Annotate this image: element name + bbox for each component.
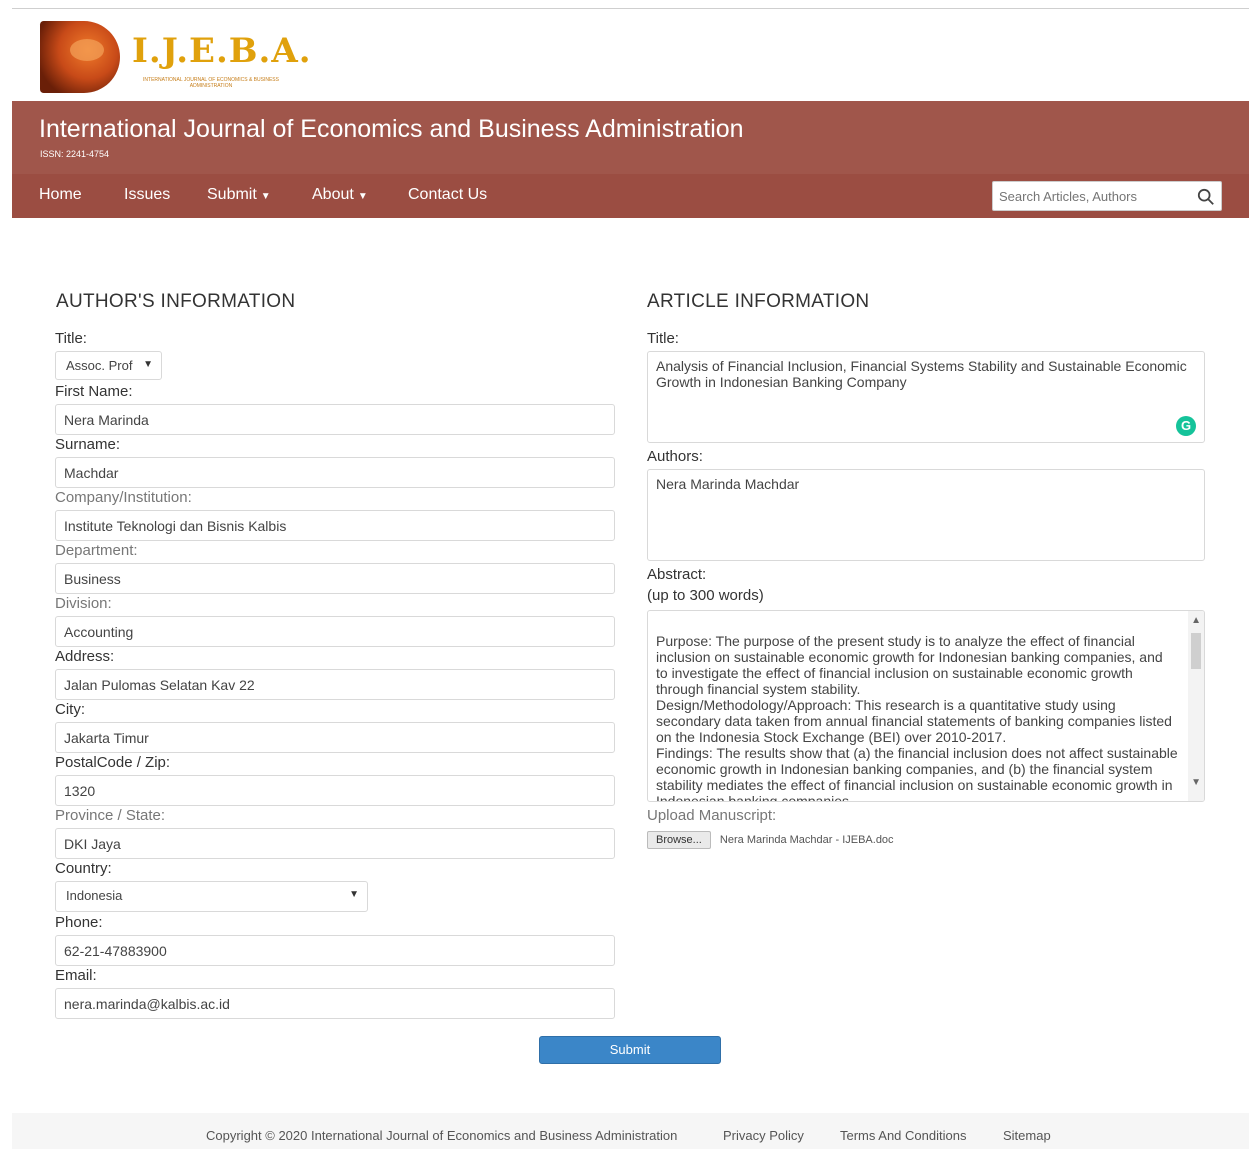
division-label: Division: (55, 595, 112, 612)
first-name-label: First Name: (55, 383, 133, 400)
province-label: Province / State: (55, 807, 166, 824)
journal-title: International Journal of Economics and B… (39, 115, 744, 143)
email-field[interactable] (55, 988, 615, 1019)
article-title-text: Analysis of Financial Inclusion, Financi… (656, 358, 1187, 390)
surname-label: Surname: (55, 436, 121, 453)
submit-button[interactable]: Submit (539, 1036, 721, 1064)
file-name: Nera Marinda Machdar - IJEBA.doc (719, 834, 894, 846)
globe-logo-icon (40, 21, 120, 93)
department-field[interactable] (55, 563, 615, 594)
nav-submit[interactable]: Submit ▼ (207, 186, 271, 204)
upload-label: Upload Manuscript: (647, 807, 777, 824)
scroll-down-icon[interactable]: ▼ (1191, 775, 1201, 791)
email-label: Email: (55, 967, 97, 984)
article-title-textarea[interactable]: Analysis of Financial Inclusion, Financi… (647, 351, 1205, 443)
abstract-hint: (up to 300 words) (647, 587, 764, 604)
abstract-text: Purpose: The purpose of the present stud… (656, 633, 1178, 802)
phone-label: Phone: (55, 914, 103, 931)
nav-home[interactable]: Home (39, 186, 82, 204)
address-label: Address: (55, 648, 115, 665)
surname-field[interactable] (55, 457, 615, 488)
site-logo[interactable]: I.J.E.B.A. INTERNATIONAL JOURNAL OF ECON… (40, 21, 311, 93)
city-field[interactable] (55, 722, 615, 753)
nav-issues[interactable]: Issues (124, 186, 170, 204)
nav-contact[interactable]: Contact Us (408, 186, 487, 204)
abstract-textarea[interactable]: Purpose: The purpose of the present stud… (647, 610, 1205, 802)
article-title-label: Title: (647, 330, 679, 347)
footer-sitemap-link[interactable]: Sitemap (1003, 1128, 1051, 1143)
phone-field[interactable] (55, 935, 615, 966)
search-icon[interactable] (1197, 188, 1215, 206)
scroll-thumb[interactable] (1191, 633, 1201, 669)
search-box (992, 181, 1222, 211)
country-label: Country: (55, 860, 112, 877)
postal-label: PostalCode / Zip: (55, 754, 171, 771)
issn-text: ISSN: 2241-4754 (40, 149, 110, 159)
first-name-field[interactable] (55, 404, 615, 435)
caret-down-icon: ▼ (349, 889, 359, 900)
company-label: Company/Institution: (55, 489, 192, 506)
company-field[interactable] (55, 510, 615, 541)
division-field[interactable] (55, 616, 615, 647)
scroll-up-icon[interactable]: ▲ (1191, 613, 1201, 629)
footer-privacy-link[interactable]: Privacy Policy (723, 1128, 804, 1143)
search-input[interactable] (993, 182, 1187, 210)
footer-terms-link[interactable]: Terms And Conditions (840, 1128, 966, 1143)
department-label: Department: (55, 542, 138, 559)
country-select-value: Indonesia (66, 888, 123, 903)
logo-name: I.J.E.B.A. (132, 31, 312, 71)
abstract-scrollbar[interactable]: ▲ ▼ (1188, 611, 1204, 801)
address-field[interactable] (55, 669, 615, 700)
browse-button[interactable]: Browse... (647, 831, 711, 849)
authors-label: Authors: (647, 448, 703, 465)
nav-submit-label: Submit (207, 186, 257, 203)
title-select-value: Assoc. Prof (66, 358, 133, 373)
footer-copyright: Copyright © 2020 International Journal o… (206, 1128, 678, 1143)
footer: Copyright © 2020 International Journal o… (12, 1113, 1249, 1149)
country-select[interactable]: Indonesia ▼ (55, 881, 368, 912)
logo-subtitle: INTERNATIONAL JOURNAL OF ECONOMICS & BUS… (143, 77, 279, 89)
postal-field[interactable] (55, 775, 615, 806)
title-label: Title: (55, 330, 87, 347)
header-banner: International Journal of Economics and B… (12, 101, 1249, 174)
nav-about[interactable]: About ▼ (312, 186, 368, 204)
caret-down-icon: ▼ (260, 191, 271, 202)
article-section-title: ARTICLE INFORMATION (647, 291, 870, 312)
authors-text: Nera Marinda Machdar (656, 476, 800, 492)
city-label: City: (55, 701, 85, 718)
page: I.J.E.B.A. INTERNATIONAL JOURNAL OF ECON… (12, 9, 1249, 1149)
file-upload: Browse... Nera Marinda Machdar - IJEBA.d… (647, 831, 894, 849)
title-select[interactable]: Assoc. Prof ▼ (55, 351, 162, 380)
abstract-label: Abstract: (647, 566, 707, 583)
main-navbar: Home Issues Submit ▼ About ▼ Contact Us (12, 174, 1249, 218)
authors-textarea[interactable]: Nera Marinda Machdar (647, 469, 1205, 561)
caret-down-icon: ▼ (143, 359, 153, 370)
grammarly-icon[interactable]: G (1176, 416, 1196, 436)
caret-down-icon: ▼ (357, 191, 368, 202)
author-section-title: AUTHOR'S INFORMATION (56, 291, 296, 312)
province-field[interactable] (55, 828, 615, 859)
nav-about-label: About (312, 186, 354, 203)
